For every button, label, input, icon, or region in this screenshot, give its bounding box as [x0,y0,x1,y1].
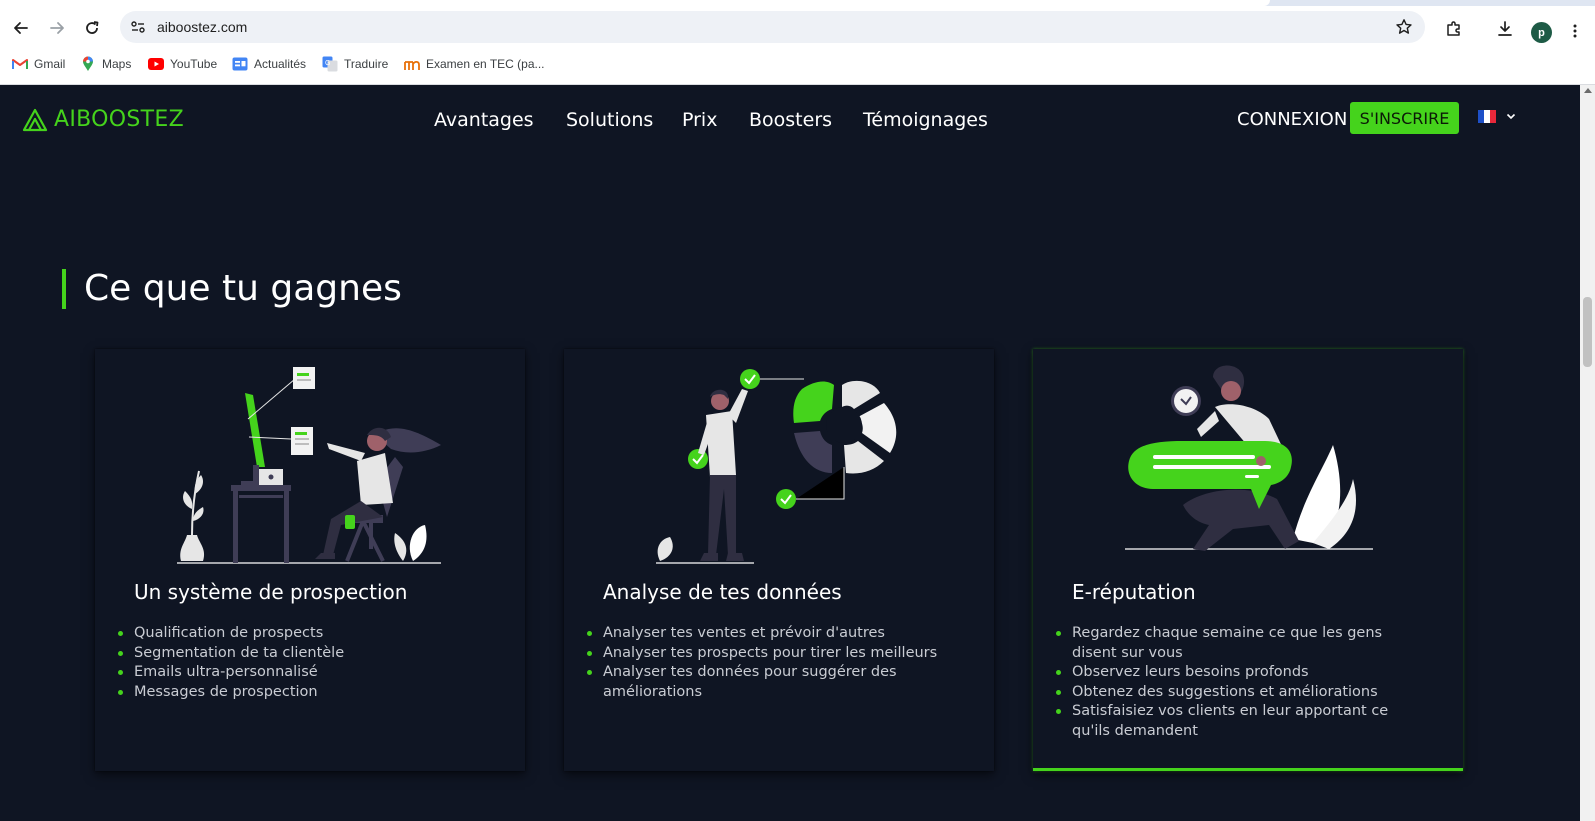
url-text[interactable]: aiboostez.com [157,19,247,35]
download-icon[interactable] [1496,20,1514,38]
back-arrow-icon [14,22,28,34]
feature-card-data-analysis[interactable]: Analyse de tes données Analyser tes vent… [564,349,994,771]
address-bar[interactable]: aiboostez.com [120,11,1425,43]
more-menu-icon[interactable] [1573,24,1577,38]
bookmark-star-icon[interactable] [1395,18,1413,36]
aiboostez-logo-icon [22,108,48,131]
bookmarks-bar: Gmail Maps YouTube Actualités G Traduire… [0,46,1595,85]
bookmark-traduire[interactable]: G Traduire [322,56,388,72]
forward-button[interactable] [44,15,70,41]
list-item: Observez leurs besoins profonds [1055,663,1420,683]
reload-icon [86,21,99,34]
site-settings-icon [131,21,145,33]
extensions-puzzle-icon[interactable] [1445,20,1463,38]
desk-workstation-illustration [177,367,441,564]
bookmark-label: Gmail [34,57,66,71]
list-item: Analyser tes données pour suggérer des a… [586,663,951,702]
list-item: Emails ultra-personnalisé [117,663,482,683]
nav-avantages[interactable]: Avantages [434,109,534,131]
scroll-up-arrow-icon[interactable] [1584,88,1592,93]
browser-toolbar: aiboostez.com p [0,6,1595,46]
bookmark-youtube[interactable]: YouTube [148,56,217,72]
reload-button[interactable] [79,15,105,41]
bookmark-gmail[interactable]: Gmail [12,56,65,72]
nav-boosters[interactable]: Boosters [749,109,832,131]
site-logo[interactable]: AIBOOSTEZ [22,107,184,132]
brand-name: AIBOOSTEZ [54,107,184,132]
list-item: Analyser tes prospects pour tirer les me… [586,644,951,664]
bookmark-label: Traduire [344,57,389,71]
list-item: Analyser tes ventes et prévoir d'autres [586,624,951,644]
youtube-icon [148,56,164,72]
list-item: Satisfaisiez vos clients en leur apporta… [1055,702,1420,741]
france-flag-icon [1478,110,1496,123]
nav-prix[interactable]: Prix [682,109,717,131]
webpage: AIBOOSTEZ Avantages Solutions Prix Boost… [0,85,1580,821]
tec-icon [404,56,420,72]
svg-text:G: G [325,60,330,67]
gmail-icon [12,56,28,72]
nav-temoignages[interactable]: Témoignages [863,109,988,131]
chat-review-illustration [1125,365,1373,551]
profile-avatar[interactable]: p [1531,22,1552,43]
chevron-down-icon [1506,113,1516,120]
maps-icon [80,56,96,72]
page-scrollbar[interactable] [1580,85,1595,821]
card-feature-list: Qualification de prospects Segmentation … [117,624,482,702]
google-translate-icon: G [322,56,338,72]
back-button[interactable] [8,15,34,41]
language-selector[interactable] [1478,110,1516,123]
card-title: Analyse de tes données [603,580,842,604]
bookmark-examen-tec[interactable]: Examen en TEC (pa... [404,56,545,72]
list-item: Messages de prospection [117,683,482,703]
bookmark-actualites[interactable]: Actualités [232,56,306,72]
nav-solutions[interactable]: Solutions [566,109,653,131]
signup-button[interactable]: S'INSCRIRE [1350,102,1459,134]
list-item: Qualification de prospects [117,624,482,644]
card-title: Un système de prospection [134,580,408,604]
bookmark-label: Maps [102,57,132,71]
bookmark-label: Examen en TEC (pa... [426,57,545,71]
bookmark-label: YouTube [170,57,218,71]
section-title: Ce que tu gagnes [62,269,402,309]
data-analysis-illustration [656,369,897,564]
card-title: E-réputation [1072,580,1196,604]
list-item: Segmentation de ta clientèle [117,644,482,664]
card-feature-list: Regardez chaque semaine ce que les gens … [1055,624,1420,741]
google-news-icon [232,56,248,72]
scrollbar-thumb[interactable] [1583,297,1592,367]
list-item: Regardez chaque semaine ce que les gens … [1055,624,1420,663]
feature-card-prospection[interactable]: Un système de prospection Qualification … [95,349,525,771]
bookmark-maps[interactable]: Maps [80,56,131,72]
list-item: Obtenez des suggestions et améliorations [1055,683,1420,703]
login-link[interactable]: CONNEXION [1237,109,1347,130]
card-feature-list: Analyser tes ventes et prévoir d'autres … [586,624,951,702]
forward-arrow-icon [50,22,64,34]
feature-card-e-reputation[interactable]: E-réputation Regardez chaque semaine ce … [1033,349,1463,771]
bookmark-label: Actualités [254,57,307,71]
